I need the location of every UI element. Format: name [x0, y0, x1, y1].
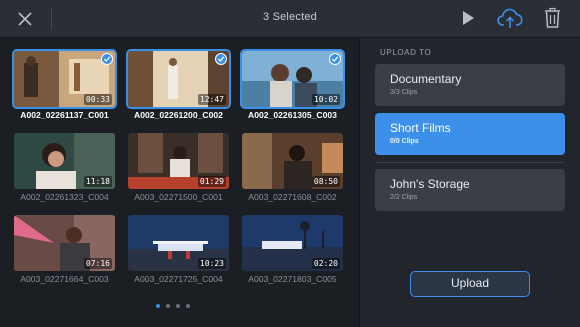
check-icon — [329, 53, 341, 65]
clip-name: A003_02271500_C001 — [134, 192, 223, 202]
clip-preview: 12:47 — [126, 49, 231, 109]
clip-preview: 08:50 — [242, 133, 343, 189]
clip-thumbnail[interactable]: 08:50 A003_02271608_C002 — [242, 133, 343, 202]
clip-thumbnail[interactable]: 01:29 A003_02271500_C001 — [128, 133, 229, 202]
destination-name: Documentary — [390, 72, 462, 86]
clip-duration: 10:23 — [197, 258, 226, 269]
clip-preview: 00:33 — [12, 49, 117, 109]
check-icon — [215, 53, 227, 65]
clip-thumbnail[interactable]: 07:16 A003_02271664_C003 — [14, 215, 115, 284]
clip-thumbnail[interactable]: 11:18 A002_02261323_C004 — [14, 133, 115, 202]
destination-name: Short Films — [390, 121, 451, 135]
clip-preview: 10:02 — [240, 49, 345, 109]
upload-to-heading: UPLOAD TO — [380, 48, 432, 57]
page-dot[interactable] — [166, 304, 170, 308]
clip-preview: 01:29 — [128, 133, 229, 189]
clip-name: A002_02261323_C004 — [20, 192, 109, 202]
clip-duration: 12:47 — [197, 94, 226, 105]
clip-name: A002_02261200_C002 — [134, 110, 223, 120]
destination-clip-count: 0/0 Clips — [390, 138, 419, 145]
destination-clip-count: 2/2 Clips — [390, 194, 418, 201]
clip-name: A003_02271803_C005 — [248, 274, 337, 284]
clip-preview: 07:16 — [14, 215, 115, 271]
destination-clip-count: 3/3 Clips — [390, 89, 418, 96]
cloud-upload-icon — [497, 8, 523, 28]
clip-duration: 08:50 — [311, 176, 340, 187]
clip-duration: 02:20 — [311, 258, 340, 269]
clip-name: A003_02271608_C002 — [248, 192, 337, 202]
close-button[interactable] — [14, 8, 36, 30]
clip-duration: 00:33 — [83, 94, 112, 105]
destination-short-films[interactable]: Short Films 0/0 Clips — [375, 113, 565, 155]
trash-icon — [545, 7, 560, 28]
destination-name: John's Storage — [390, 177, 470, 191]
clip-name: A003_02271725_C004 — [134, 274, 223, 284]
panel-divider — [375, 162, 565, 163]
page-indicator — [156, 304, 190, 308]
clip-preview: 02:20 — [242, 215, 343, 271]
check-icon — [101, 53, 113, 65]
clip-name: A002_02261305_C003 — [248, 110, 337, 120]
clip-name: A002_02261137_C001 — [20, 110, 109, 120]
clip-thumbnail[interactable]: 10:02 A002_02261305_C003 — [240, 49, 345, 120]
clip-preview: 11:18 — [14, 133, 115, 189]
delete-button[interactable] — [543, 7, 562, 29]
clip-duration: 11:18 — [83, 176, 112, 187]
clip-duration: 07:16 — [83, 258, 112, 269]
clip-duration: 10:02 — [311, 94, 340, 105]
top-bar: 3 Selected — [0, 0, 580, 38]
destination-johns-storage[interactable]: John's Storage 2/2 Clips — [375, 169, 565, 211]
cloud-upload-button[interactable] — [497, 6, 523, 30]
clip-thumbnail[interactable]: 12:47 A002_02261200_C002 — [126, 49, 231, 120]
clip-thumbnail[interactable]: 10:23 A003_02271725_C004 — [128, 215, 229, 284]
play-button[interactable] — [460, 10, 476, 26]
play-icon — [463, 11, 474, 25]
toolbar-divider — [51, 8, 52, 30]
clip-duration: 01:29 — [197, 176, 226, 187]
clip-thumbnail[interactable]: 00:33 A002_02261137_C001 — [12, 49, 117, 120]
close-icon — [18, 12, 32, 26]
upload-button[interactable]: Upload — [410, 271, 530, 297]
clip-name: A003_02271664_C003 — [20, 274, 109, 284]
page-dot[interactable] — [176, 304, 180, 308]
page-dot[interactable] — [186, 304, 190, 308]
page-dot[interactable] — [156, 304, 160, 308]
upload-panel: UPLOAD TO Documentary 3/3 Clips Short Fi… — [359, 38, 580, 327]
destination-documentary[interactable]: Documentary 3/3 Clips — [375, 64, 565, 106]
clip-thumbnail[interactable]: 02:20 A003_02271803_C005 — [242, 215, 343, 284]
clip-preview: 10:23 — [128, 215, 229, 271]
page-title: 3 Selected — [263, 11, 317, 23]
